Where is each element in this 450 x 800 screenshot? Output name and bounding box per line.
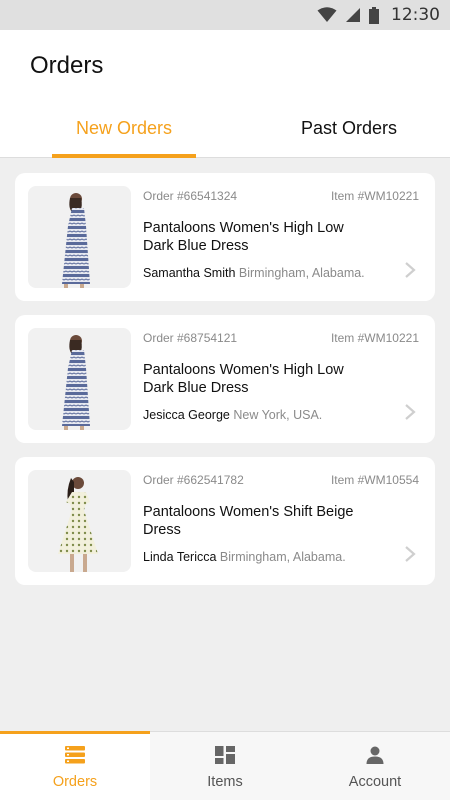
product-name: Pantaloons Women's Shift Beige Dress [143, 504, 354, 538]
item-number: Item #WM10221 [330, 331, 419, 345]
item-number: Item #WM10221 [330, 189, 419, 203]
wifi-icon [317, 7, 337, 22]
order-tabs: New Orders Past Orders [0, 112, 450, 158]
nav-items[interactable]: Items [150, 732, 300, 800]
status-bar: 12:30 [0, 0, 450, 30]
active-tab-indicator [52, 154, 196, 158]
chevron-right-icon [405, 262, 416, 278]
order-number: Order #662541782 [143, 473, 244, 487]
nav-orders-label: Orders [52, 774, 98, 790]
product-image [28, 328, 131, 430]
product-image [28, 186, 131, 288]
customer-location: Birmingham, Alabama. [238, 266, 365, 280]
active-nav-indicator [0, 731, 150, 734]
chevron-right-icon [405, 546, 416, 562]
status-time: 12:30 [391, 5, 440, 25]
customer-info: Jesicca George New York, USA. [143, 408, 322, 422]
tab-new-orders[interactable]: New Orders [0, 112, 248, 158]
customer-location: New York, USA. [233, 408, 323, 422]
order-list: Order #66541324 Item #WM10221 Pantaloons… [15, 173, 435, 599]
battery-icon [369, 6, 379, 24]
bottom-nav: Orders Items Account [0, 731, 450, 800]
nav-items-label: Items [207, 774, 243, 790]
customer-name: Linda Tericca [143, 550, 217, 564]
order-card[interactable]: Order #662541782 Item #WM10554 Pantaloon… [15, 457, 435, 585]
nav-account-label: Account [348, 774, 402, 790]
chevron-right-icon [405, 404, 416, 420]
tab-past-orders[interactable]: Past Orders [248, 112, 450, 158]
list-icon [65, 746, 85, 764]
person-icon [366, 746, 384, 764]
signal-icon [346, 8, 360, 22]
order-number: Order #66541324 [143, 189, 238, 203]
customer-name: Jesicca George [143, 408, 230, 422]
product-name: Pantaloons Women's High Low Dark Blue Dr… [143, 220, 344, 254]
nav-account[interactable]: Account [300, 732, 450, 800]
customer-location: Birmingham, Alabama. [219, 550, 346, 564]
customer-info: Samantha Smith Birmingham, Alabama. [143, 266, 365, 280]
order-card[interactable]: Order #68754121 Item #WM10221 Pantaloons… [15, 315, 435, 443]
tab-new-orders-label: New Orders [75, 118, 173, 138]
product-name: Pantaloons Women's High Low Dark Blue Dr… [143, 362, 344, 396]
order-number: Order #68754121 [143, 331, 238, 345]
nav-orders[interactable]: Orders [0, 731, 150, 800]
grid-icon [215, 746, 235, 764]
page-title: Orders [30, 52, 104, 79]
product-image [28, 470, 131, 572]
item-number: Item #WM10554 [330, 473, 419, 487]
app-header: Orders New Orders Past Orders [0, 30, 450, 158]
tab-past-orders-label: Past Orders [300, 118, 398, 138]
customer-info: Linda Tericca Birmingham, Alabama. [143, 550, 346, 564]
customer-name: Samantha Smith [143, 266, 236, 280]
order-card[interactable]: Order #66541324 Item #WM10221 Pantaloons… [15, 173, 435, 301]
